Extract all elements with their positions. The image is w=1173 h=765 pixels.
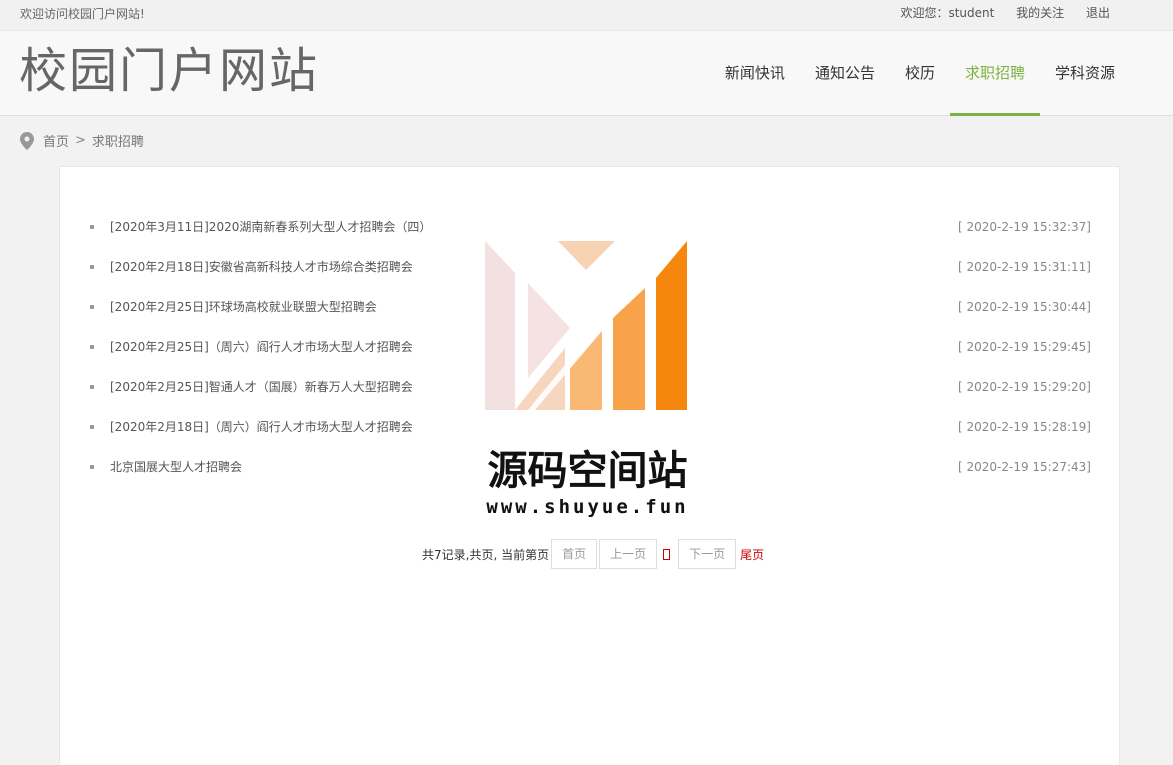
list-item-date: [ 2020-2-19 15:30:44]: [958, 300, 1091, 314]
bullet-icon: [90, 425, 94, 429]
breadcrumb-home[interactable]: 首页: [43, 131, 69, 150]
list-item[interactable]: [2020年2月25日]环球场高校就业联盟大型招聘会 [ 2020-2-19 1…: [88, 287, 1091, 327]
pagination: 共7记录,共页, 当前第页 首页 上一页 下一页 尾页: [422, 539, 764, 569]
bullet-icon: [90, 465, 94, 469]
welcome-text: 欢迎访问校园门户网站!: [20, 7, 145, 21]
list-item-title[interactable]: [2020年2月25日]环球场高校就业联盟大型招聘会: [110, 287, 377, 327]
nav-item-resources[interactable]: 学科资源: [1040, 31, 1130, 115]
bullet-icon: [90, 385, 94, 389]
prev-page-button[interactable]: 上一页: [599, 539, 658, 569]
current-page-indicator: [663, 548, 671, 560]
main-nav: 新闻快讯 通知公告 校历 求职招聘 学科资源: [710, 31, 1130, 116]
site-header: 校园门户网站 新闻快讯 通知公告 校历 求职招聘 学科资源: [0, 31, 1173, 116]
bullet-icon: [90, 305, 94, 309]
logout-link[interactable]: 退出: [1086, 6, 1110, 20]
top-links: 欢迎您：student 我的关注 退出: [882, 4, 1110, 21]
content-panel: [2020年3月11日]2020湖南新春系列大型人才招聘会（四） [ 2020-…: [59, 166, 1120, 765]
nav-item-news[interactable]: 新闻快讯: [710, 31, 800, 115]
list-item[interactable]: 北京国展大型人才招聘会 [ 2020-2-19 15:27:43]: [88, 447, 1091, 487]
list-item[interactable]: [2020年3月11日]2020湖南新春系列大型人才招聘会（四） [ 2020-…: [88, 207, 1091, 247]
breadcrumb-separator: >: [75, 133, 86, 148]
list-item-date: [ 2020-2-19 15:28:19]: [958, 420, 1091, 434]
list-item-title[interactable]: [2020年2月18日]（周六）阎行人才市场大型人才招聘会: [110, 407, 413, 447]
list-item-date: [ 2020-2-19 15:31:11]: [958, 260, 1091, 274]
my-follow-link[interactable]: 我的关注: [1016, 6, 1064, 20]
bullet-icon: [90, 345, 94, 349]
list-item-title[interactable]: [2020年2月25日]智通人才（国展）新春万人大型招聘会: [110, 367, 413, 407]
first-page-button[interactable]: 首页: [551, 539, 598, 569]
list-item[interactable]: [2020年2月18日]（周六）阎行人才市场大型人才招聘会 [ 2020-2-1…: [88, 407, 1091, 447]
list-item[interactable]: [2020年2月18日]安徽省高新科技人才市场综合类招聘会 [ 2020-2-1…: [88, 247, 1091, 287]
location-pin-icon: [20, 131, 34, 150]
list-item-title[interactable]: [2020年3月11日]2020湖南新春系列大型人才招聘会（四）: [110, 207, 431, 247]
list-item-title[interactable]: [2020年2月18日]安徽省高新科技人才市场综合类招聘会: [110, 247, 413, 287]
breadcrumb-current: 求职招聘: [91, 135, 144, 150]
list-item-title[interactable]: 北京国展大型人才招聘会: [110, 447, 242, 487]
list-item-date: [ 2020-2-19 15:29:45]: [958, 340, 1091, 354]
top-bar: 欢迎访问校园门户网站! 欢迎您：student 我的关注 退出: [0, 0, 1173, 31]
nav-item-jobs[interactable]: 求职招聘: [949, 31, 1040, 116]
list-item-title[interactable]: [2020年2月25日]（周六）阎行人才市场大型人才招聘会: [110, 327, 413, 367]
nav-item-calendar[interactable]: 校历: [890, 31, 950, 115]
nav-item-notices[interactable]: 通知公告: [800, 31, 890, 115]
user-greeting[interactable]: 欢迎您：student: [900, 6, 994, 20]
list-item-date: [ 2020-2-19 15:29:20]: [958, 380, 1091, 394]
job-list: [2020年3月11日]2020湖南新春系列大型人才招聘会（四） [ 2020-…: [88, 207, 1091, 487]
pagination-summary: 共7记录,共页, 当前第页: [422, 547, 550, 562]
breadcrumb: 首页 > 求职招聘: [20, 131, 144, 150]
list-item[interactable]: [2020年2月25日]智通人才（国展）新春万人大型招聘会 [ 2020-2-1…: [88, 367, 1091, 407]
bullet-icon: [90, 225, 94, 229]
list-item-date: [ 2020-2-19 15:27:43]: [958, 460, 1091, 474]
last-page-button[interactable]: 尾页: [740, 546, 764, 563]
next-page-button[interactable]: 下一页: [678, 539, 737, 569]
site-title[interactable]: 校园门户网站: [19, 31, 319, 101]
bullet-icon: [90, 265, 94, 269]
list-item[interactable]: [2020年2月25日]（周六）阎行人才市场大型人才招聘会 [ 2020-2-1…: [88, 327, 1091, 367]
list-item-date: [ 2020-2-19 15:32:37]: [958, 220, 1091, 234]
